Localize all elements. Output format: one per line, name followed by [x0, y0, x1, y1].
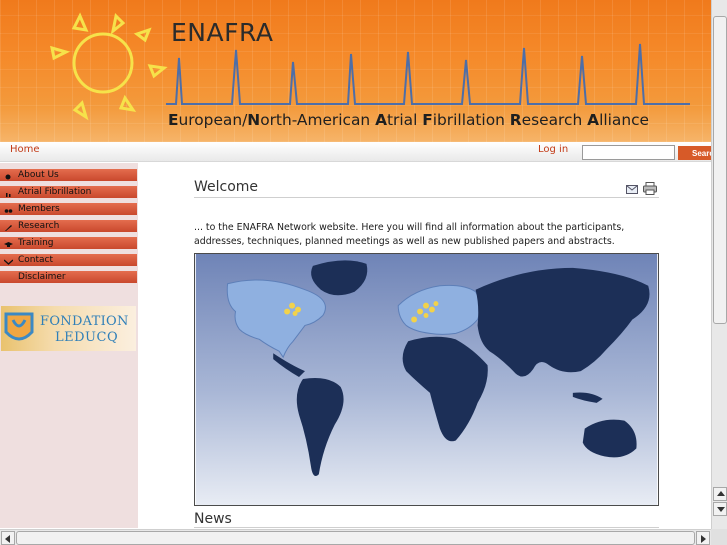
home-link[interactable]: Home: [10, 144, 40, 155]
sidebar-item-members[interactable]: Members: [0, 203, 137, 215]
site-title: ENAFRA: [171, 18, 274, 47]
header-banner: ENAFRA European/North-American Atrial Fi…: [0, 0, 711, 142]
pen-icon: [5, 225, 12, 231]
sidebar-item-training[interactable]: Training: [0, 237, 137, 249]
shield-icon: [4, 312, 34, 341]
ecg-trace-icon: [166, 43, 690, 105]
mortarboard-icon: [4, 242, 13, 247]
world-map: [194, 253, 659, 506]
sun-icon: [50, 12, 168, 121]
scroll-right-button[interactable]: [696, 531, 710, 545]
scrollbar-corner: [711, 529, 727, 545]
page-title: Welcome: [194, 179, 259, 195]
email-icon[interactable]: [626, 185, 638, 194]
sidebar-item-atrial-fibrillation[interactable]: Atrial Fibrillation: [0, 186, 137, 198]
sidebar-item-research[interactable]: Research: [0, 220, 137, 232]
fondation-leducq-logo[interactable]: FONDATION LEDUCQ: [1, 306, 136, 351]
login-link[interactable]: Log in: [538, 144, 568, 155]
scroll-up-button[interactable]: [713, 487, 727, 501]
intro-text: ... to the ENAFRA Network website. Here …: [194, 222, 625, 247]
search-button[interactable]: Search: [678, 146, 711, 160]
scroll-left-button[interactable]: [1, 531, 15, 545]
news-heading: News: [194, 511, 232, 527]
chevron-down-icon: [717, 507, 725, 512]
search-input[interactable]: [582, 145, 675, 160]
vertical-scroll-thumb[interactable]: [713, 16, 727, 324]
chevron-up-icon: [717, 491, 725, 496]
top-nav-bar: Home Log in Search: [0, 142, 711, 162]
chevron-right-icon: [701, 535, 706, 543]
horizontal-scrollbar[interactable]: [0, 529, 711, 545]
chart-icon: [6, 193, 11, 197]
chevron-left-icon: [5, 535, 10, 543]
main-content: Welcome ... to the ENAFRA Network websit…: [194, 163, 660, 528]
news-divider: [194, 527, 659, 528]
sidebar-item-disclaimer[interactable]: Disclaimer: [0, 271, 137, 283]
bullet-icon: [5, 174, 11, 180]
sidebar-item-about-us[interactable]: About Us: [0, 169, 137, 181]
sidebar: About Us Atrial Fibrillation Members Res…: [0, 163, 138, 528]
envelope-icon: [4, 259, 13, 265]
horizontal-scroll-thumb[interactable]: [16, 531, 695, 545]
logo-line-1: FONDATION: [40, 314, 129, 329]
logo-line-2: LEDUCQ: [55, 330, 119, 345]
print-icon[interactable]: [643, 182, 657, 195]
heading-divider: [194, 197, 659, 198]
members-icon: [4, 209, 13, 213]
scroll-down-button[interactable]: [713, 502, 727, 516]
vertical-scrollbar[interactable]: [711, 0, 727, 529]
site-subtitle: European/North-American Atrial Fibrillat…: [168, 111, 650, 129]
sidebar-item-contact[interactable]: Contact: [0, 254, 137, 266]
